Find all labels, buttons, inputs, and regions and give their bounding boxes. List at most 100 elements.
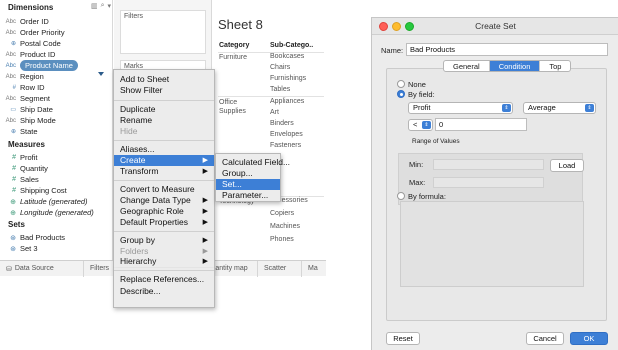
menu-item-change-data-type[interactable]: Change Data Type ▶ [114, 195, 214, 206]
field-state[interactable]: ⊕ State [0, 126, 113, 137]
field-order-id[interactable]: Abc Order ID [0, 16, 113, 27]
field-product-id[interactable]: Abc Product ID [0, 49, 113, 60]
create-submenu: Calculated Field... Group... Set... Para… [215, 153, 290, 202]
abc-icon: Abc [5, 29, 16, 36]
field-order-priority[interactable]: Abc Order Priority [0, 27, 113, 38]
number-icon: # [12, 154, 16, 161]
formula-editor[interactable] [400, 201, 584, 287]
data-pane: Dimensions ▥ ⌕ ▾ Abc Order ID Abc Order … [0, 0, 113, 260]
grid-view-icon[interactable]: ▥ [91, 2, 98, 10]
tab-condition[interactable]: Condition [489, 61, 541, 71]
menu-separator [114, 100, 214, 101]
submenu-arrow-icon: ▶ [202, 168, 208, 175]
tab-more[interactable]: Ma [302, 261, 326, 277]
field-select[interactable]: Profit ⇕ [408, 102, 513, 114]
filters-shelf[interactable]: Filters [120, 10, 206, 54]
radio-by-formula[interactable] [397, 192, 405, 200]
field-longitude[interactable]: ⊕ Longitude (generated) [0, 207, 113, 218]
menu-item-create[interactable]: Create ▶ [114, 155, 214, 166]
tab-general[interactable]: General [444, 61, 490, 71]
range-of-values-label: Range of Values [412, 138, 460, 145]
field-ship-date[interactable]: ▭ Ship Date [0, 104, 113, 115]
menu-item-transform[interactable]: Transform ▶ [114, 166, 214, 177]
menu-item-replace-references[interactable]: Replace References... [114, 274, 214, 285]
field-row-id[interactable]: # Row ID [0, 82, 113, 93]
reset-button[interactable]: Reset [386, 332, 420, 345]
submenu-arrow-icon: ▶ [202, 208, 208, 215]
menu-item-add-to-sheet[interactable]: Add to Sheet [114, 74, 214, 85]
tab-scatter[interactable]: Scatter [258, 260, 302, 277]
category-label: Furniture [219, 54, 248, 61]
chevron-down-icon[interactable]: ▾ [107, 2, 111, 10]
abc-icon: Abc [5, 62, 16, 69]
subcategory-label: Phones [270, 236, 294, 243]
by-formula-label: By formula: [408, 192, 446, 201]
subcategory-label: Bookcases [270, 53, 305, 60]
radio-none[interactable] [397, 80, 405, 88]
field-product-name[interactable]: Abc Product Name [0, 60, 113, 71]
min-label: Min: [409, 160, 424, 169]
menu-item-parameter[interactable]: Parameter... [216, 190, 280, 201]
operator-select[interactable]: < ⇕ [408, 119, 433, 131]
field-quantity[interactable]: # Quantity [0, 163, 113, 174]
menu-item-hierarchy[interactable]: Hierarchy ▶ [114, 256, 214, 267]
tab-data-source[interactable]: ⛁ Data Source [0, 260, 84, 277]
field-sales[interactable]: # Sales [0, 174, 113, 185]
number-icon: # [12, 176, 16, 183]
set-name-input[interactable]: Bad Products [406, 43, 608, 56]
field-ship-mode[interactable]: Abc Ship Mode [0, 115, 113, 126]
menu-item-calculated-field[interactable]: Calculated Field... [216, 157, 290, 168]
subcategory-label: Machines [270, 223, 300, 230]
none-label: None [408, 80, 426, 89]
menu-item-hide: Hide [120, 126, 138, 136]
field-shipping-cost[interactable]: # Shipping Cost [0, 185, 113, 196]
column-header-subcategory[interactable]: Sub-Catego.. [270, 42, 313, 49]
sets-title: Sets [8, 220, 25, 229]
ok-button[interactable]: OK [570, 332, 608, 345]
menu-item-convert-to-measure[interactable]: Convert to Measure [114, 184, 214, 195]
menu-item-group-by[interactable]: Group by ▶ [114, 235, 214, 246]
group-divider [218, 96, 324, 97]
select-chevron-icon: ⇕ [585, 104, 594, 112]
globe-icon: ⊕ [10, 41, 16, 47]
menu-item-group[interactable]: Group... [216, 168, 280, 179]
submenu-arrow-icon: ▶ [202, 157, 208, 164]
category-label: Office Supplies [219, 99, 246, 115]
menu-item-set[interactable]: Set... [216, 179, 280, 190]
menu-item-default-properties[interactable]: Default Properties ▶ [114, 217, 214, 228]
subcategory-label: Fasteners [270, 142, 302, 149]
tab-top[interactable]: Top [540, 61, 570, 71]
submenu-arrow-icon: ▶ [202, 258, 208, 265]
menu-item-rename[interactable]: Rename [114, 115, 214, 126]
field-postal-code[interactable]: ⊕ Postal Code [0, 38, 113, 49]
number-icon: # [12, 187, 16, 194]
abc-icon: Abc [5, 51, 16, 58]
filters-shelf-title: Filters [124, 13, 144, 20]
globe-icon: ⊕ [10, 129, 16, 135]
subcategory-label: Envelopes [270, 131, 303, 138]
measures-title: Measures [8, 140, 45, 149]
threshold-input[interactable]: 0 [435, 118, 527, 131]
create-set-dialog: Create Set Name: Bad Products General Co… [371, 17, 618, 350]
menu-separator [114, 180, 214, 181]
radio-by-field[interactable] [397, 90, 405, 98]
set-bad-products[interactable]: ⊛ Bad Products [0, 232, 113, 243]
search-icon[interactable]: ⌕ [101, 2, 105, 10]
menu-item-duplicate[interactable]: Duplicate [114, 104, 214, 115]
field-region[interactable]: Abc Region [0, 71, 113, 82]
column-header-category[interactable]: Category [219, 42, 249, 49]
menu-item-aliases[interactable]: Aliases... [114, 144, 214, 155]
abc-icon: Abc [5, 73, 16, 80]
load-button[interactable]: Load [550, 159, 584, 172]
globe-icon: ⊕ [10, 198, 16, 206]
subcategory-label: Chairs [270, 64, 291, 71]
cancel-button[interactable]: Cancel [526, 332, 564, 345]
aggregation-select[interactable]: Average ⇕ [523, 102, 596, 114]
field-segment[interactable]: Abc Segment [0, 93, 113, 104]
menu-item-describe[interactable]: Describe... [114, 286, 214, 297]
set-set-3[interactable]: ⊛ Set 3 [0, 243, 113, 254]
field-latitude[interactable]: ⊕ Latitude (generated) [0, 196, 113, 207]
menu-item-geographic-role[interactable]: Geographic Role ▶ [114, 206, 214, 217]
field-profit[interactable]: # Profit [0, 152, 113, 163]
menu-item-show-filter[interactable]: Show Filter [114, 85, 214, 96]
